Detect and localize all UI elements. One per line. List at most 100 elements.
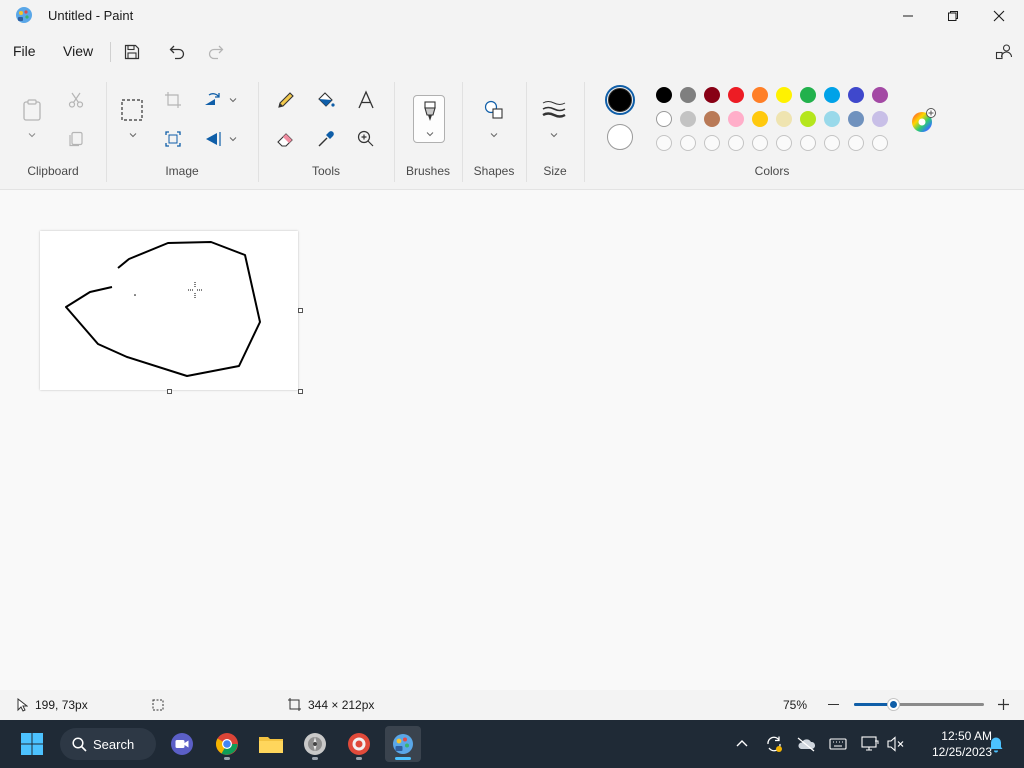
display-tray-icon[interactable]: [860, 734, 880, 754]
color-swatch[interactable]: [776, 87, 792, 103]
volume-tray-icon[interactable]: [886, 734, 906, 754]
rotate-chevron-down-icon[interactable]: [228, 95, 238, 105]
color-swatch[interactable]: [680, 111, 696, 127]
color-swatch[interactable]: [824, 111, 840, 127]
size-chevron-down-icon[interactable]: [549, 130, 559, 140]
empty-color-slot[interactable]: [872, 135, 888, 151]
account-switch-icon: [995, 44, 1013, 60]
notifications-button[interactable]: [986, 734, 1006, 754]
onedrive-tray-icon[interactable]: [796, 734, 816, 754]
redo-button[interactable]: [204, 40, 228, 64]
empty-color-slot[interactable]: [728, 135, 744, 151]
shapes-icon: [484, 100, 503, 119]
zoom-slider-track[interactable]: [854, 699, 984, 710]
close-button[interactable]: [976, 0, 1022, 32]
taskbar-meet[interactable]: [164, 726, 200, 762]
color-swatch[interactable]: [824, 87, 840, 103]
start-button[interactable]: [14, 726, 50, 762]
color-swatch[interactable]: [776, 111, 792, 127]
minimize-button[interactable]: [885, 0, 931, 32]
color-swatch[interactable]: [656, 87, 672, 103]
secondary-color-button[interactable]: [607, 124, 633, 150]
empty-color-slot[interactable]: [776, 135, 792, 151]
cut-button[interactable]: [64, 88, 88, 112]
empty-color-slot[interactable]: [656, 135, 672, 151]
empty-color-slot[interactable]: [704, 135, 720, 151]
color-swatch[interactable]: [872, 87, 888, 103]
chrome-icon: [216, 733, 238, 755]
paste-chevron-down-icon[interactable]: [27, 130, 37, 140]
brushes-button[interactable]: [413, 95, 445, 143]
empty-color-slot[interactable]: [800, 135, 816, 151]
taskbar-app-red[interactable]: [341, 726, 377, 762]
empty-color-slot[interactable]: [824, 135, 840, 151]
shapes-button[interactable]: [482, 98, 506, 122]
keyboard-tray-icon[interactable]: [828, 734, 848, 754]
taskbar-app-disc[interactable]: [297, 726, 333, 762]
color-swatch[interactable]: [752, 111, 768, 127]
crop-button[interactable]: [161, 88, 185, 112]
color-swatch[interactable]: [800, 87, 816, 103]
zoom-slider-thumb[interactable]: [888, 699, 899, 710]
eraser-button[interactable]: [274, 127, 298, 151]
image-search-button[interactable]: [161, 127, 185, 151]
maximize-button[interactable]: [930, 0, 976, 32]
resize-handle-right[interactable]: [298, 308, 303, 313]
search-label: Search: [93, 736, 135, 752]
resize-handle-corner[interactable]: [298, 389, 303, 394]
color-picker-button[interactable]: [314, 127, 338, 151]
color-swatch[interactable]: [680, 87, 696, 103]
primary-color-button[interactable]: [605, 85, 635, 115]
pencil-button[interactable]: [274, 88, 298, 112]
color-swatch[interactable]: [704, 111, 720, 127]
rectangle-select-icon: [121, 99, 143, 121]
select-button[interactable]: [120, 98, 144, 122]
empty-color-slot[interactable]: [848, 135, 864, 151]
empty-color-slot[interactable]: [752, 135, 768, 151]
taskbar-clock[interactable]: 12:50 AM 12/25/2023: [912, 728, 992, 760]
edit-colors-button[interactable]: [910, 108, 936, 134]
color-swatch[interactable]: [704, 87, 720, 103]
taskbar-chrome[interactable]: [209, 726, 245, 762]
shapes-chevron-down-icon[interactable]: [489, 130, 499, 140]
color-swatch[interactable]: [728, 87, 744, 103]
speaker-muted-icon: [887, 736, 904, 752]
pencil-icon: [278, 92, 294, 108]
undo-button[interactable]: [165, 40, 189, 64]
size-button[interactable]: [542, 98, 566, 122]
color-swatch[interactable]: [848, 87, 864, 103]
resize-handle-bottom[interactable]: [167, 389, 172, 394]
copy-button[interactable]: [64, 127, 88, 151]
fill-button[interactable]: [314, 88, 338, 112]
taskbar-search[interactable]: Search: [60, 728, 156, 760]
color-swatch[interactable]: [848, 111, 864, 127]
taskbar-file-explorer[interactable]: [253, 726, 289, 762]
color-swatch[interactable]: [656, 111, 672, 127]
menu-file[interactable]: File: [13, 43, 36, 59]
color-swatch[interactable]: [872, 111, 888, 127]
text-button[interactable]: [354, 88, 378, 112]
rotate-icon: [205, 93, 220, 105]
account-button[interactable]: [992, 40, 1016, 64]
select-chevron-down-icon[interactable]: [128, 130, 138, 140]
flip-chevron-down-icon[interactable]: [228, 134, 238, 144]
stray-dot: [134, 294, 136, 296]
save-button[interactable]: [120, 40, 144, 64]
show-hidden-icons-button[interactable]: [732, 734, 752, 754]
taskbar-paint[interactable]: [385, 726, 421, 762]
zoom-out-button[interactable]: [828, 704, 839, 705]
paste-button[interactable]: [20, 98, 44, 122]
zoom-in-plus-icon[interactable]: [997, 698, 1010, 711]
empty-color-slot[interactable]: [680, 135, 696, 151]
color-swatch[interactable]: [800, 111, 816, 127]
zoom-level[interactable]: 75%: [783, 698, 807, 712]
flip-button[interactable]: [201, 127, 225, 151]
sync-tray-icon[interactable]: [764, 734, 784, 754]
rotate-button[interactable]: [201, 88, 225, 112]
color-swatch[interactable]: [728, 111, 744, 127]
text-tool-icon: [358, 90, 374, 109]
color-swatch[interactable]: [752, 87, 768, 103]
menu-view[interactable]: View: [63, 43, 93, 59]
magnifier-button[interactable]: [354, 127, 378, 151]
drawing-canvas[interactable]: [40, 231, 298, 390]
